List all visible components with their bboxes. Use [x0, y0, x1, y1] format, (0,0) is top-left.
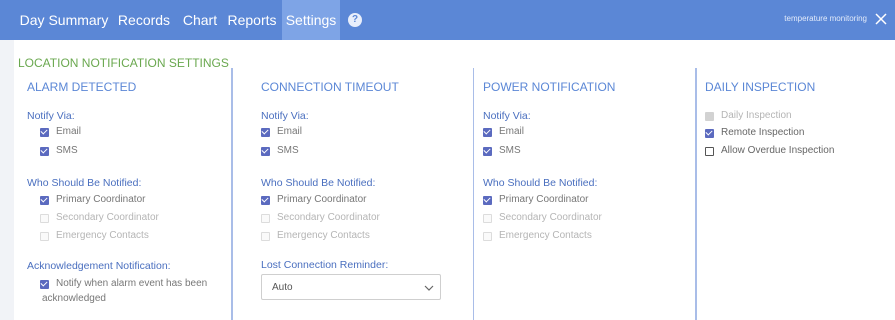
alarm-email-checkbox[interactable]	[40, 128, 49, 137]
power-primary-checkbox[interactable]	[483, 196, 492, 205]
connection-notify-via-label: Notify Via:	[261, 110, 309, 122]
alarm-secondary-label: Secondary Coordinator	[56, 212, 159, 223]
alarm-sms-checkbox[interactable]	[40, 147, 49, 156]
connection-primary-checkbox[interactable]	[261, 196, 270, 205]
daily-inspection-label: Daily Inspection	[721, 110, 792, 121]
tab-reports[interactable]: Reports	[225, 0, 279, 40]
help-icon[interactable]: ?	[348, 13, 362, 27]
alarm-who-label: Who Should Be Notified:	[27, 177, 142, 189]
top-navbar: Day Summary Records Chart Reports Settin…	[0, 0, 895, 40]
daily-inspection-panel	[696, 68, 895, 320]
power-secondary-checkbox[interactable]	[483, 214, 492, 223]
power-notification-heading: POWER NOTIFICATION	[483, 80, 616, 94]
tab-chart[interactable]: Chart	[178, 0, 222, 40]
power-notify-via-label: Notify Via:	[483, 110, 531, 122]
alarm-ack-option-line2: acknowledged	[42, 293, 106, 304]
tab-records[interactable]: Records	[113, 0, 175, 40]
left-gutter	[0, 40, 14, 320]
alarm-detected-heading: ALARM DETECTED	[27, 80, 137, 94]
alarm-sms-label: SMS	[56, 145, 78, 156]
connection-emergency-checkbox[interactable]	[261, 232, 270, 241]
lost-connection-reminder-label: Lost Connection Reminder:	[261, 259, 389, 271]
power-primary-label: Primary Coordinator	[499, 194, 589, 205]
allow-overdue-checkbox[interactable]	[705, 147, 714, 156]
lost-connection-reminder-select[interactable]: Auto	[261, 274, 441, 300]
chevron-down-icon	[424, 285, 434, 291]
alarm-primary-checkbox[interactable]	[40, 196, 49, 205]
connection-email-checkbox[interactable]	[261, 128, 270, 137]
power-emergency-label: Emergency Contacts	[499, 230, 592, 241]
remote-inspection-label: Remote Inspection	[721, 127, 805, 138]
remote-inspection-checkbox[interactable]	[705, 129, 714, 138]
power-email-checkbox[interactable]	[483, 128, 492, 137]
alarm-notify-via-label: Notify Via:	[27, 110, 75, 122]
connection-timeout-heading: CONNECTION TIMEOUT	[261, 80, 399, 94]
power-sms-checkbox[interactable]	[483, 147, 492, 156]
close-icon[interactable]	[873, 11, 889, 27]
connection-primary-label: Primary Coordinator	[277, 194, 367, 205]
connection-sms-label: SMS	[277, 145, 299, 156]
connection-sms-checkbox[interactable]	[261, 147, 270, 156]
power-email-label: Email	[499, 126, 525, 137]
power-who-label: Who Should Be Notified:	[483, 177, 598, 189]
alarm-email-label: Email	[56, 126, 82, 137]
tab-settings[interactable]: Settings	[282, 0, 340, 40]
alarm-ack-option-line1: Notify when alarm event has been	[56, 278, 208, 289]
connection-email-label: Email	[277, 126, 303, 137]
alarm-primary-label: Primary Coordinator	[56, 194, 146, 205]
alarm-emergency-label: Emergency Contacts	[56, 230, 149, 241]
power-sms-label: SMS	[499, 145, 521, 156]
connection-emergency-label: Emergency Contacts	[277, 230, 370, 241]
connection-who-label: Who Should Be Notified:	[261, 177, 376, 189]
select-value: Auto	[272, 282, 293, 293]
allow-overdue-label: Allow Overdue Inspection	[721, 145, 835, 156]
connection-secondary-label: Secondary Coordinator	[277, 212, 380, 223]
power-emergency-checkbox[interactable]	[483, 232, 492, 241]
connection-secondary-checkbox[interactable]	[261, 214, 270, 223]
alarm-ack-label: Acknowledgement Notification:	[27, 260, 171, 272]
alarm-secondary-checkbox[interactable]	[40, 214, 49, 223]
alarm-ack-checkbox[interactable]	[40, 280, 49, 289]
power-secondary-label: Secondary Coordinator	[499, 212, 602, 223]
nav-subtitle: temperature monitoring	[784, 14, 867, 23]
daily-inspection-heading: DAILY INSPECTION	[705, 80, 816, 94]
daily-inspection-checkbox	[705, 112, 714, 121]
tab-day-summary[interactable]: Day Summary	[18, 0, 110, 40]
alarm-emergency-checkbox[interactable]	[40, 232, 49, 241]
